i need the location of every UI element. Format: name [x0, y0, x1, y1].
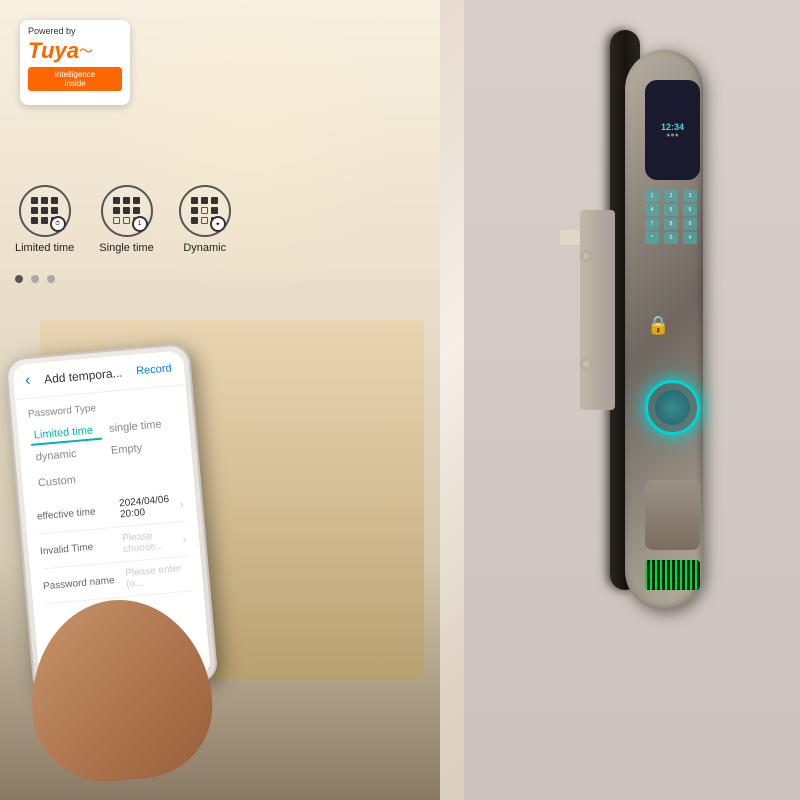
dynamic-badge: ✦ — [210, 216, 226, 232]
dot — [201, 197, 208, 204]
dot — [211, 207, 218, 214]
record-button[interactable]: Record — [136, 362, 172, 377]
lock-body: 12:34 ●●● 1 2 3 4 5 6 7 8 9 * 0 # 🔒 — [625, 50, 703, 610]
dot — [191, 217, 198, 224]
key-2[interactable]: 2 — [664, 190, 678, 202]
single-time-label: Single time — [99, 242, 153, 254]
hand-shape — [23, 592, 218, 787]
tuya-wave-icon: 〜 — [79, 41, 93, 61]
dot — [31, 207, 38, 214]
dot — [41, 217, 48, 224]
thumb-reader — [645, 480, 700, 550]
lock-screw-top — [580, 250, 592, 262]
lock-screw-bottom — [580, 358, 592, 370]
app-title: Add tempora... — [44, 366, 124, 387]
dot — [191, 197, 198, 204]
feature-single-time: 1 Single time — [99, 185, 153, 254]
dynamic-icon: ✦ — [179, 185, 231, 237]
dot — [201, 217, 208, 224]
dot — [133, 197, 140, 204]
tuya-intelligence-text: IntelligenceInside — [28, 67, 122, 91]
tuya-badge: Powered by Tuya 〜 IntelligenceInside — [20, 20, 130, 105]
pw-type-empty[interactable]: Empty — [106, 437, 179, 459]
dot — [113, 217, 120, 224]
key-5[interactable]: 5 — [664, 204, 678, 216]
pagination-dots — [15, 275, 55, 283]
limited-time-icon: ⏱ — [19, 185, 71, 237]
key-hash[interactable]: # — [683, 232, 697, 244]
lock-time-display: 12:34 — [661, 122, 684, 132]
phone-container: ‹ Add tempora... Record Password Type Li… — [0, 340, 258, 790]
invalid-time-label: Invalid Time — [40, 539, 116, 556]
dynamic-label: Dynamic — [183, 242, 226, 254]
page-dot-2 — [31, 275, 39, 283]
chevron-icon: › — [179, 497, 184, 511]
dot — [113, 197, 120, 204]
dot — [211, 197, 218, 204]
dot — [31, 197, 38, 204]
single-time-icon: 1 — [101, 185, 153, 237]
key-7[interactable]: 7 — [645, 218, 659, 230]
fingerprint-sensor[interactable] — [645, 380, 700, 435]
lock-screen: 12:34 ●●● — [645, 80, 700, 180]
back-button[interactable]: ‹ — [24, 372, 31, 390]
tuya-logo: Tuya 〜 — [28, 38, 122, 64]
dot — [123, 197, 130, 204]
room-light — [100, 0, 400, 300]
password-types: Limited time single time dynamic Empty — [29, 415, 179, 466]
dot — [191, 207, 198, 214]
dot — [51, 197, 58, 204]
features-row: ⏱ Limited time 1 Single time — [15, 185, 231, 254]
lock-keypad: 1 2 3 4 5 6 7 8 9 * 0 # — [645, 190, 700, 244]
dot — [41, 207, 48, 214]
lock-mechanism — [580, 210, 615, 410]
dot — [31, 217, 38, 224]
dot — [41, 197, 48, 204]
clock-badge-single: 1 — [132, 216, 148, 232]
pw-type-single[interactable]: single time — [104, 415, 177, 439]
hand-area — [22, 571, 239, 788]
invalid-time-placeholder: Please choose... — [122, 529, 176, 555]
effective-time-label: effective time — [37, 505, 113, 522]
dot — [113, 207, 120, 214]
feature-limited-time: ⏱ Limited time — [15, 185, 74, 254]
effective-time-value: 2024/04/0620:00 — [119, 494, 171, 520]
pw-type-custom[interactable]: Custom — [33, 472, 80, 492]
lock-status: ●●● — [666, 132, 679, 139]
dot — [201, 207, 208, 214]
tuya-logo-text: Tuya — [28, 38, 79, 64]
dot — [51, 207, 58, 214]
lock-bolt — [560, 230, 580, 245]
pw-type-limited[interactable]: Limited time — [29, 422, 102, 446]
led-lines — [645, 560, 700, 590]
key-star[interactable]: * — [645, 232, 659, 244]
key-9[interactable]: 9 — [683, 218, 697, 230]
clock-badge: ⏱ — [50, 216, 66, 232]
limited-time-label: Limited time — [15, 242, 74, 254]
pw-type-dynamic[interactable]: dynamic — [31, 444, 104, 466]
key-1[interactable]: 1 — [645, 190, 659, 202]
dot — [133, 207, 140, 214]
key-6[interactable]: 6 — [683, 204, 697, 216]
lock-icon: 🔒 — [647, 315, 669, 336]
page-dot-3 — [47, 275, 55, 283]
led-strip — [645, 560, 700, 590]
tuya-powered-text: Powered by — [28, 26, 122, 36]
smart-lock: 12:34 ●●● 1 2 3 4 5 6 7 8 9 * 0 # 🔒 — [610, 30, 720, 650]
dot — [123, 217, 130, 224]
dot — [123, 207, 130, 214]
feature-dynamic: ✦ Dynamic — [179, 185, 231, 254]
key-4[interactable]: 4 — [645, 204, 659, 216]
page-dot-1 — [15, 275, 23, 283]
key-0[interactable]: 0 — [664, 232, 678, 244]
chevron-icon-2: › — [182, 532, 187, 546]
key-3[interactable]: 3 — [683, 190, 697, 202]
fingerprint-inner — [655, 390, 690, 425]
key-8[interactable]: 8 — [664, 218, 678, 230]
